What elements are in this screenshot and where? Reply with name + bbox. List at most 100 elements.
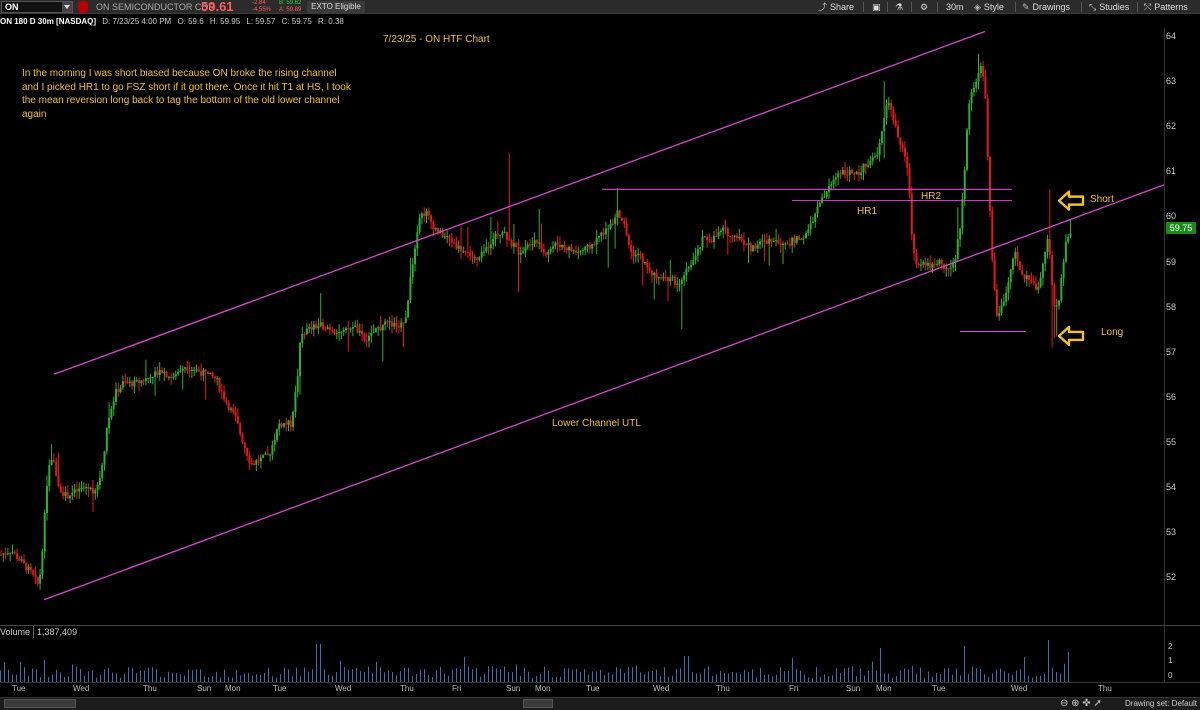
zoom-out-icon[interactable]: ⊖ — [1060, 698, 1068, 709]
candle-body — [455, 243, 458, 249]
candle-body — [232, 408, 235, 413]
price-axis-tick: 59 — [1166, 256, 1177, 267]
candle-body — [627, 235, 630, 245]
candle-body — [202, 369, 205, 376]
volume-bar — [456, 668, 457, 682]
candle-body — [644, 262, 646, 264]
candle-body — [1005, 292, 1008, 302]
time-axis-label: Tue — [932, 684, 946, 693]
volume-bar — [904, 668, 905, 682]
candle-body — [637, 253, 640, 255]
short-label[interactable]: Short — [1090, 194, 1114, 205]
top-toolbar: ON ON SEMICONDUCTOR COR 59.61 -2.84 -4.5… — [0, 0, 1200, 14]
volume-bar — [252, 675, 253, 682]
note-annotation[interactable]: In the morning I was short biased becaus… — [22, 67, 352, 121]
volume-bar — [236, 669, 237, 682]
volume-bar — [960, 675, 961, 682]
volume-header: Volume 1,387,409 — [0, 626, 80, 638]
candle-body — [602, 232, 605, 235]
candle-body — [595, 237, 598, 245]
chart-title-annotation[interactable]: 7/23/25 - ON HTF Chart — [383, 34, 490, 45]
flask-icon[interactable]: ⚗ — [895, 0, 903, 14]
volume-bar — [12, 674, 13, 682]
candle-body — [299, 342, 301, 377]
candle-body — [552, 246, 554, 249]
candle-body — [556, 242, 559, 245]
crosshair-icon[interactable]: ✜ — [1082, 698, 1090, 709]
patterns-button[interactable]: ⤲ Patterns — [1144, 0, 1188, 14]
hr1-label[interactable]: HR1 — [857, 206, 877, 217]
scroll-handle[interactable] — [523, 699, 553, 708]
lower-channel-label[interactable]: Lower Channel UTL — [552, 418, 641, 429]
candle-body — [699, 247, 702, 250]
volume-bar — [852, 666, 853, 682]
volume-bar — [380, 667, 381, 682]
hr2-label[interactable]: HR2 — [921, 191, 941, 202]
volume-axis-tick: 1 — [1168, 656, 1173, 665]
alert-icon[interactable] — [78, 1, 88, 13]
candle-body — [554, 242, 557, 247]
save-icon[interactable]: ▣ — [872, 0, 881, 14]
candle-body — [411, 264, 414, 278]
drawings-button[interactable]: ✎ Drawings — [1022, 0, 1070, 14]
ask-price: A: 59.89 — [279, 7, 302, 13]
zoom-in-icon[interactable]: ⊕ — [1071, 698, 1079, 709]
horizontal-scrollbar[interactable] — [4, 699, 76, 708]
volume-bar — [692, 672, 693, 682]
candle-body — [236, 416, 239, 424]
gear-icon[interactable]: ⚙ — [920, 0, 928, 14]
volume-bar — [176, 672, 177, 682]
candle-body — [1025, 275, 1028, 279]
candle-body — [121, 381, 124, 388]
volume-bar — [1064, 663, 1065, 682]
candle-body — [1039, 277, 1042, 287]
volume-divider[interactable] — [0, 625, 1200, 626]
volume-chart[interactable] — [0, 638, 1164, 682]
candle-body — [535, 240, 538, 243]
volume-bar — [640, 672, 641, 682]
candle-body — [722, 227, 725, 231]
candle-body — [480, 251, 483, 258]
candle-body — [956, 239, 959, 259]
long-label[interactable]: Long — [1101, 327, 1123, 338]
volume-bar — [744, 670, 745, 682]
studies-button[interactable]: ⤡ Studies — [1089, 0, 1129, 14]
draw-tool-icon[interactable]: ➚ — [1094, 698, 1102, 709]
candle-body — [25, 562, 28, 571]
time-axis-label: Thu — [716, 684, 730, 693]
drawing-set-label[interactable]: Drawing set: Default — [1125, 697, 1200, 710]
exto-eligible-badge[interactable]: EXTO Eligible — [307, 1, 365, 13]
volume-bar — [168, 671, 169, 682]
volume-bar — [512, 672, 513, 682]
candle-body — [158, 369, 161, 376]
candle-body — [305, 328, 308, 335]
candle-body — [788, 243, 791, 246]
candle-body — [89, 487, 92, 490]
candle-body — [27, 566, 30, 571]
candle-body — [310, 326, 313, 330]
volume-bar — [100, 674, 101, 682]
zoom-tools: ⊖ ⊕ ✜ ➚ — [1060, 697, 1102, 710]
candle-body — [715, 235, 718, 237]
candle-body — [993, 259, 996, 290]
price-axis-tick: 60 — [1166, 211, 1177, 222]
candle-body — [515, 243, 518, 248]
candle-body — [811, 221, 814, 224]
candle-body — [78, 488, 81, 492]
candle-body — [66, 492, 69, 499]
volume-bar — [316, 644, 317, 682]
volume-bar — [788, 670, 789, 682]
style-button[interactable]: ◈ Style — [974, 0, 1004, 14]
bar-date: D: 7/23/25 4:00 PM — [102, 17, 172, 26]
share-button[interactable]: ⤴ Share — [818, 0, 854, 14]
candle-body — [230, 408, 232, 410]
candle-body — [18, 558, 21, 561]
candle-body — [149, 377, 152, 379]
symbol-dropdown-icon[interactable] — [62, 2, 72, 12]
volume-bar — [336, 672, 337, 682]
candle-body — [427, 210, 430, 216]
candle-body — [920, 264, 922, 266]
candle-body — [765, 240, 768, 244]
timeframe-button[interactable]: 30m — [946, 0, 964, 14]
volume-bar — [264, 672, 265, 682]
